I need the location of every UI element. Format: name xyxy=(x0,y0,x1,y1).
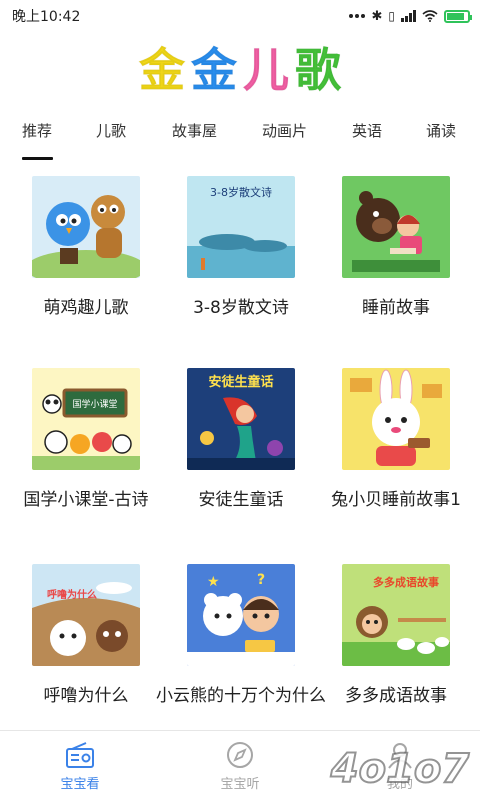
cover-title: 呼噜为什么 xyxy=(47,588,97,601)
radio-icon xyxy=(66,742,94,768)
svg-text:?: ? xyxy=(257,572,265,588)
album-title: 安徒生童话 xyxy=(198,490,284,510)
wifi-icon xyxy=(422,10,438,22)
album-cover: ★ ? xyxy=(187,564,295,666)
album-title: 睡前故事 xyxy=(362,298,430,318)
tab-cartoons[interactable]: 动画片 xyxy=(262,120,307,141)
album-title: 萌鸡趣儿歌 xyxy=(43,298,129,318)
logo-char-4: 歌 xyxy=(295,43,342,98)
album-cover xyxy=(32,176,140,278)
tab-recitation[interactable]: 诵读 xyxy=(426,120,456,141)
album-title: 兔小贝睡前故事1 xyxy=(331,490,461,510)
album-cover: 3-8岁散文诗 xyxy=(187,176,295,278)
status-time: 晚上10:42 xyxy=(12,9,81,25)
album-title: 国学小课堂-古诗 xyxy=(23,490,149,510)
logo-char-1: 金 xyxy=(139,43,186,98)
album-cover: 国学小课堂 xyxy=(32,368,140,470)
category-tabs: 推荐 儿歌 故事屋 动画片 英语 诵读 xyxy=(0,110,480,160)
compass-icon xyxy=(227,742,253,768)
nav-label: 宝宝看 xyxy=(60,777,100,792)
app-logo: 金 金 儿 歌 xyxy=(0,38,480,98)
watermark-text: 4o1o7 xyxy=(330,746,470,792)
more-dots-icon xyxy=(349,14,366,18)
nav-listen[interactable]: 宝宝听 xyxy=(180,731,300,800)
album-cover: 呼噜为什么 xyxy=(32,564,140,666)
vibrate-icon: ▯ xyxy=(388,9,395,23)
album-cover: 多多成语故事 xyxy=(342,564,450,666)
bluetooth-icon: ✱ xyxy=(371,8,383,24)
svg-text:★: ★ xyxy=(207,574,220,590)
tab-english[interactable]: 英语 xyxy=(352,120,382,141)
album-cover xyxy=(342,176,450,278)
album-title: 3-8岁散文诗 xyxy=(193,298,289,318)
tab-songs[interactable]: 儿歌 xyxy=(96,120,126,141)
cover-title: 国学小课堂 xyxy=(72,398,117,410)
nav-watch[interactable]: 宝宝看 xyxy=(20,731,140,800)
tab-story-house[interactable]: 故事屋 xyxy=(172,120,217,141)
album-title: 小云熊的十万个为什么 xyxy=(156,686,326,706)
active-tab-indicator xyxy=(22,157,53,160)
cover-title: 3-8岁散文诗 xyxy=(210,185,272,199)
nav-label: 宝宝听 xyxy=(220,777,260,792)
album-title: 呼噜为什么 xyxy=(43,686,129,706)
logo-char-3: 儿 xyxy=(243,43,290,98)
battery-icon xyxy=(444,9,472,23)
logo-char-2: 金 xyxy=(191,43,238,98)
status-bar: 晚上10:42 ✱ ▯ xyxy=(0,0,480,32)
watermark-logo: 4o1o7 xyxy=(329,745,471,793)
signal-icon xyxy=(401,10,416,22)
cover-title: 安徒生童话 xyxy=(208,374,273,390)
tab-recommend[interactable]: 推荐 xyxy=(22,120,52,141)
cover-title: 多多成语故事 xyxy=(373,575,439,589)
status-icons: ✱ ▯ xyxy=(349,8,472,24)
album-title: 多多成语故事 xyxy=(345,686,447,706)
album-cover: 安徒生童话 xyxy=(187,368,295,470)
album-cover xyxy=(342,368,450,470)
